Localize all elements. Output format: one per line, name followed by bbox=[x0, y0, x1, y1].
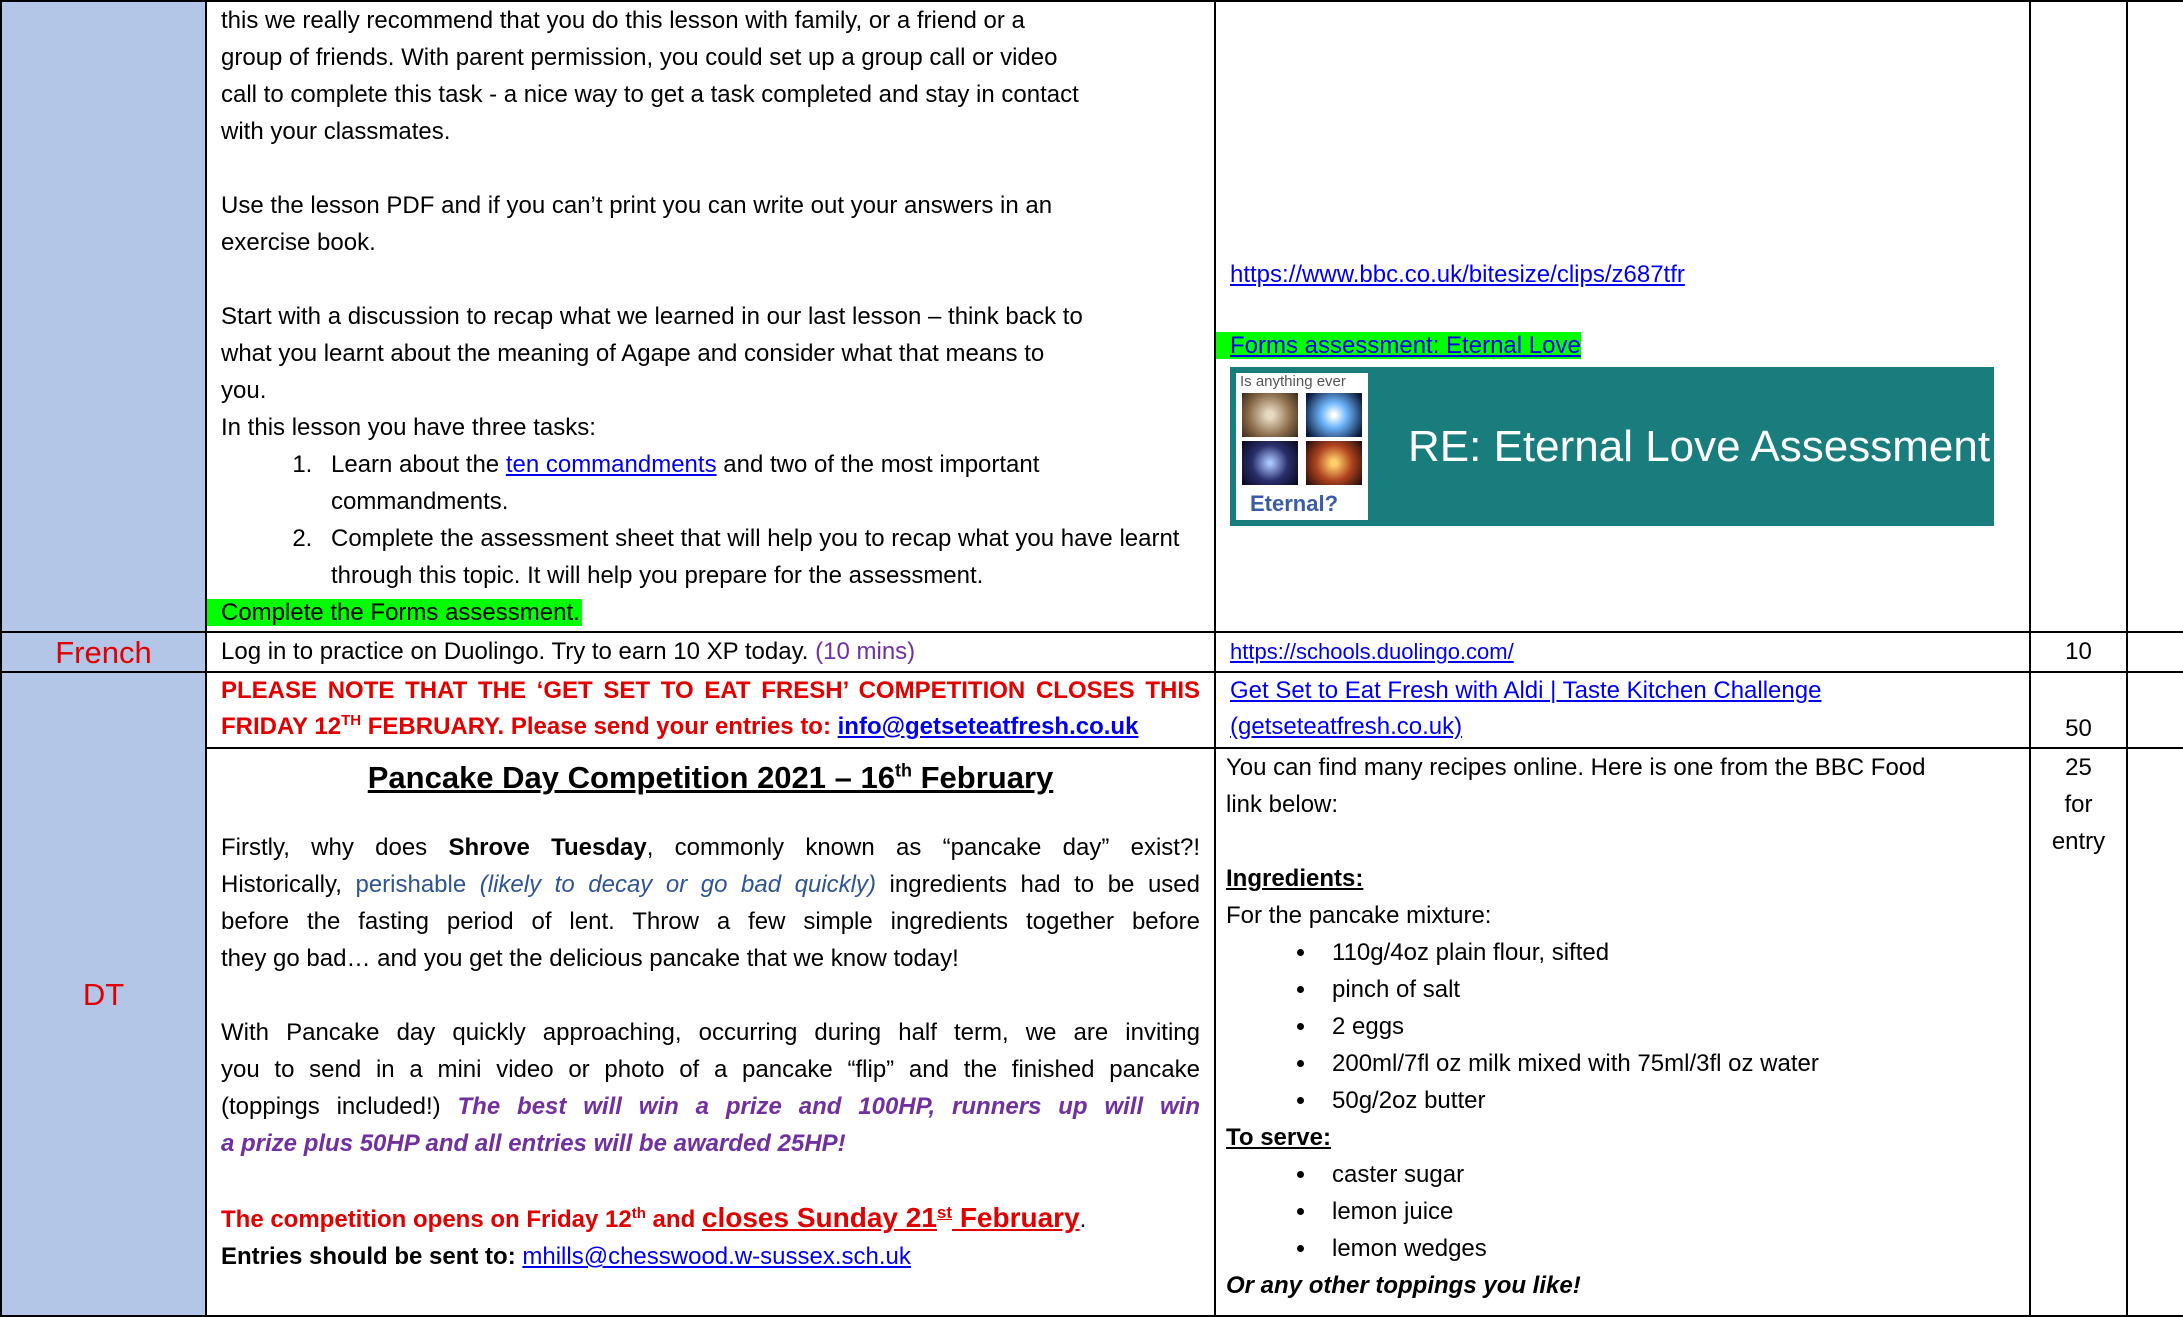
forms-assessment-instruction: Complete the Forms assessment. bbox=[207, 599, 582, 626]
recipe-cell: You can find many recipes online. Here i… bbox=[1214, 747, 2031, 1317]
re-hp-cell bbox=[2029, 0, 2128, 633]
notice-line: PLEASE NOTE THAT THE ‘GET SET TO EAT FRE… bbox=[221, 677, 1200, 704]
re-intro-line: group of friends. With parent permission… bbox=[221, 44, 1058, 71]
french-hp: 10 bbox=[2029, 631, 2128, 673]
dt-pancake-row: Pancake Day Competition 2021 – 16th Febr… bbox=[1, 747, 2183, 1317]
pancake-para: (toppings included!) The best will win a… bbox=[221, 1093, 1200, 1120]
re-start-line: In this lesson you have three tasks: bbox=[221, 414, 596, 441]
duolingo-link[interactable]: https://schools.duolingo.com/ bbox=[1230, 639, 1514, 664]
re-done-cell bbox=[2126, 0, 2183, 633]
serve-heading: To serve: bbox=[1226, 1124, 1331, 1151]
re-pdf-line: exercise book. bbox=[221, 229, 376, 256]
ingredient-item: 2 eggs bbox=[1318, 1008, 2015, 1045]
serve-item: lemon wedges bbox=[1318, 1230, 2015, 1267]
banner-title: RE: Eternal Love Assessment bbox=[1408, 422, 1991, 471]
pancake-done-cell bbox=[2126, 747, 2183, 1317]
aldi-hp: 50 bbox=[2029, 671, 2128, 749]
french-task-cell: Log in to practice on Duolingo. Try to e… bbox=[205, 631, 1216, 673]
re-intro-line: call to complete this task - a nice way … bbox=[221, 81, 1079, 108]
re-task-2: Complete the assessment sheet that will … bbox=[319, 520, 1200, 594]
entries-email-link[interactable]: mhills@chesswood.w-sussex.sch.uk bbox=[522, 1243, 911, 1270]
mixture-label: For the pancake mixture: bbox=[1226, 902, 1492, 929]
ingredient-item: pinch of salt bbox=[1318, 971, 2015, 1008]
french-done-cell bbox=[2126, 631, 2183, 673]
entries-line: Entries should be sent to: mhills@chessw… bbox=[221, 1243, 911, 1270]
ingredients-heading: Ingredients: bbox=[1226, 865, 1364, 892]
pancake-task-cell: Pancake Day Competition 2021 – 16th Febr… bbox=[205, 747, 1216, 1317]
nebula-image bbox=[1306, 441, 1362, 485]
recipe-intro: link below: bbox=[1226, 791, 1339, 818]
re-row: this we really recommend that you do thi… bbox=[0, 0, 2183, 633]
serve-item: lemon juice bbox=[1318, 1193, 2015, 1230]
serve-item: caster sugar bbox=[1318, 1156, 2015, 1193]
competition-dates: The competition opens on Friday 12th and… bbox=[221, 1202, 1087, 1233]
getseteatfresh-email-link[interactable]: info@getseteatfresh.co.uk bbox=[838, 713, 1139, 740]
recipe-intro: You can find many recipes online. Here i… bbox=[1226, 754, 1926, 781]
french-subject: French bbox=[0, 631, 207, 673]
re-pdf-line: Use the lesson PDF and if you can’t prin… bbox=[221, 192, 1053, 219]
aldi-link[interactable]: Get Set to Eat Fresh with Aldi | Taste K… bbox=[1230, 677, 1821, 704]
aldi-done-cell bbox=[2126, 671, 2183, 749]
re-task-list: Learn about the ten commandments and two… bbox=[221, 446, 1200, 594]
re-intro-line: this we really recommend that you do thi… bbox=[221, 7, 1025, 34]
re-intro-line: with your classmates. bbox=[221, 118, 451, 145]
re-start-line: what you learnt about the meaning of Aga… bbox=[221, 340, 1045, 367]
eternal-thumbnail: Is anything ever Eternal? bbox=[1236, 373, 1368, 520]
dt-notice-row: DT PLEASE NOTE THAT THE ‘GET SET TO EAT … bbox=[0, 671, 2183, 1317]
pancake-para: before the fasting period of lent. Throw… bbox=[221, 908, 1200, 935]
re-start-line: you. bbox=[221, 377, 267, 404]
pancake-prize-line: a prize plus 50HP and all entries will b… bbox=[221, 1130, 846, 1157]
re-start-line: Start with a discussion to recap what we… bbox=[221, 303, 1083, 330]
ingredient-list: 110g/4oz plain flour, sifted pinch of sa… bbox=[1226, 934, 2015, 1119]
french-resource-cell: https://schools.duolingo.com/ bbox=[1214, 631, 2031, 673]
ten-commandments-link[interactable]: ten commandments bbox=[506, 451, 717, 478]
re-task-1: Learn about the ten commandments and two… bbox=[319, 446, 1200, 520]
aldi-link-cell: Get Set to Eat Fresh with Aldi | Taste K… bbox=[1214, 671, 2031, 749]
pancake-para: they go bad… and you get the delicious p… bbox=[221, 945, 959, 972]
pancake-para: With Pancake day quickly approaching, oc… bbox=[221, 1019, 1200, 1046]
homework-table: this we really recommend that you do thi… bbox=[0, 0, 2183, 1317]
dt-notice-cell: PLEASE NOTE THAT THE ‘GET SET TO EAT FRE… bbox=[205, 671, 1216, 749]
eternal-love-banner[interactable]: Is anything ever Eternal? RE: Eternal Lo… bbox=[1230, 367, 1994, 526]
re-resources-cell: https://www.bbc.co.uk/bitesize/clips/z68… bbox=[1214, 0, 2031, 633]
ingredient-item: 110g/4oz plain flour, sifted bbox=[1318, 934, 2015, 971]
serve-list: caster sugar lemon juice lemon wedges bbox=[1226, 1156, 2015, 1267]
aldi-link-url[interactable]: (getseteatfresh.co.uk) bbox=[1230, 713, 1462, 740]
spiral-clock-image bbox=[1242, 393, 1298, 437]
ingredient-item: 50g/2oz butter bbox=[1318, 1082, 2015, 1119]
bbc-bitesize-link[interactable]: https://www.bbc.co.uk/bitesize/clips/z68… bbox=[1230, 261, 1685, 288]
galaxy-image bbox=[1242, 441, 1298, 485]
notice-line: FRIDAY 12TH FEBRUARY. Please send your e… bbox=[221, 712, 1139, 740]
pancake-para: Historically, perishable (likely to deca… bbox=[221, 871, 1201, 898]
pancake-para: you to send in a mini video or photo of … bbox=[221, 1056, 1200, 1083]
french-row: French Log in to practice on Duolingo. T… bbox=[0, 631, 2183, 673]
cosmic-light-image bbox=[1306, 393, 1362, 437]
dt-subject: DT bbox=[0, 671, 207, 1317]
pancake-hp-cell: 25 for entry bbox=[2029, 747, 2128, 1317]
re-subject-cell bbox=[0, 0, 207, 633]
pancake-para: Firstly, why does Shrove Tuesday, common… bbox=[221, 834, 1200, 861]
re-task-cell: this we really recommend that you do thi… bbox=[205, 0, 1216, 633]
pancake-title: Pancake Day Competition 2021 – 16th Febr… bbox=[367, 760, 1054, 795]
forms-assessment-link[interactable]: Forms assessment: Eternal Love bbox=[1216, 332, 1581, 359]
toppings-note: Or any other toppings you like! bbox=[1226, 1272, 1581, 1299]
ingredient-item: 200ml/7fl oz milk mixed with 75ml/3fl oz… bbox=[1318, 1045, 2015, 1082]
